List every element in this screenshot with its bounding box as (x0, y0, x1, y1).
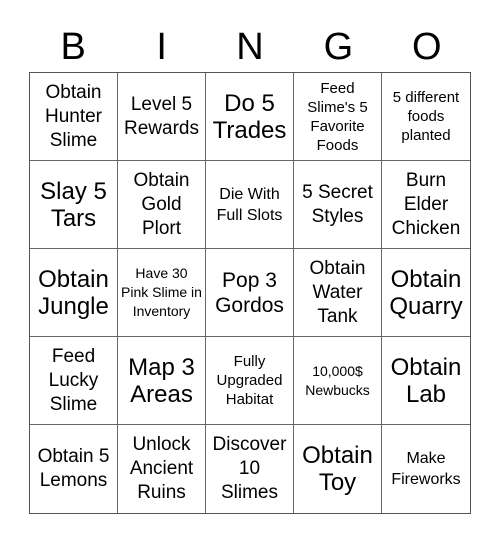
bingo-cell[interactable]: Obtain Lab (382, 337, 470, 425)
bingo-cell[interactable]: Burn Elder Chicken (382, 161, 470, 249)
header-letter-g: G (323, 26, 354, 68)
bingo-cell[interactable]: Feed Slime's 5 Favorite Foods (294, 73, 382, 161)
bingo-cell[interactable]: Unlock Ancient Ruins (118, 425, 206, 513)
cell-text: Feed Slime's 5 Favorite Foods (307, 79, 368, 154)
bingo-cell[interactable]: Obtain 5 Lemons (30, 425, 118, 513)
bingo-cell[interactable]: Pop 3 Gordos (206, 249, 294, 337)
cell-text: 10,000$ Newbucks (305, 362, 370, 398)
bingo-cell[interactable]: Obtain Toy (294, 425, 382, 513)
cell-text: Obtain Quarry (389, 265, 463, 320)
cell-text: Obtain Lab (390, 353, 462, 408)
bingo-cell[interactable]: Obtain Quarry (382, 249, 470, 337)
bingo-cell[interactable]: 5 Secret Styles (294, 161, 382, 249)
cell-text: Discover 10 Slimes (212, 434, 287, 503)
cell-text: Map 3 Areas (128, 353, 195, 408)
bingo-cell[interactable]: 5 different foods planted (382, 73, 470, 161)
bingo-cell[interactable]: Discover 10 Slimes (206, 425, 294, 513)
cell-text: 5 Secret Styles (302, 181, 373, 227)
header-letter-o: O (412, 26, 442, 68)
bingo-cell[interactable]: Feed Lucky Slime (30, 337, 118, 425)
bingo-cell[interactable]: Obtain Hunter Slime (30, 73, 118, 161)
cell-text: Obtain Water Tank (309, 257, 366, 327)
cell-text: Unlock Ancient Ruins (129, 434, 194, 503)
cell-text: Do 5 Trades (212, 89, 287, 144)
cell-text: Level 5 Rewards (124, 93, 199, 139)
header-letter-i: I (156, 26, 167, 68)
cell-text: Burn Elder Chicken (391, 169, 461, 239)
cell-text: Feed Lucky Slime (48, 345, 99, 415)
cell-text: Slay 5 Tars (40, 177, 107, 232)
bingo-cell[interactable]: Obtain Water Tank (294, 249, 382, 337)
bingo-cell[interactable]: Fully Upgraded Habitat (206, 337, 294, 425)
bingo-cell[interactable]: Obtain Gold Plort (118, 161, 206, 249)
bingo-board: Obtain Hunter Slime Level 5 Rewards Do 5… (29, 72, 471, 514)
cell-text: Pop 3 Gordos (215, 268, 284, 317)
header-letter-b: B (60, 26, 86, 68)
cell-text: Obtain Hunter Slime (44, 81, 103, 151)
cell-text: 5 different foods planted (392, 89, 460, 144)
bingo-cell[interactable]: Have 30 Pink Slime in Inventory (118, 249, 206, 337)
bingo-cell[interactable]: Make Fireworks (382, 425, 470, 513)
bingo-cell[interactable]: Obtain Jungle (30, 249, 118, 337)
bingo-header: B I N G O (29, 22, 471, 72)
bingo-cell[interactable]: 10,000$ Newbucks (294, 337, 382, 425)
bingo-cell[interactable]: Die With Full Slots (206, 161, 294, 249)
cell-text: Obtain Jungle (38, 265, 109, 320)
bingo-cell[interactable]: Level 5 Rewards (118, 73, 206, 161)
bingo-cell[interactable]: Map 3 Areas (118, 337, 206, 425)
cell-text: Fully Upgraded Habitat (216, 353, 283, 408)
cell-text: Obtain 5 Lemons (37, 446, 110, 491)
header-letter-n: N (236, 26, 264, 68)
cell-text: Obtain Toy (302, 442, 373, 496)
cell-text: Die With Full Slots (216, 185, 283, 224)
cell-text: Make Fireworks (391, 450, 461, 488)
cell-text: Obtain Gold Plort (133, 169, 190, 239)
cell-text: Have 30 Pink Slime in Inventory (121, 265, 202, 319)
bingo-cell[interactable]: Slay 5 Tars (30, 161, 118, 249)
bingo-cell[interactable]: Do 5 Trades (206, 73, 294, 161)
